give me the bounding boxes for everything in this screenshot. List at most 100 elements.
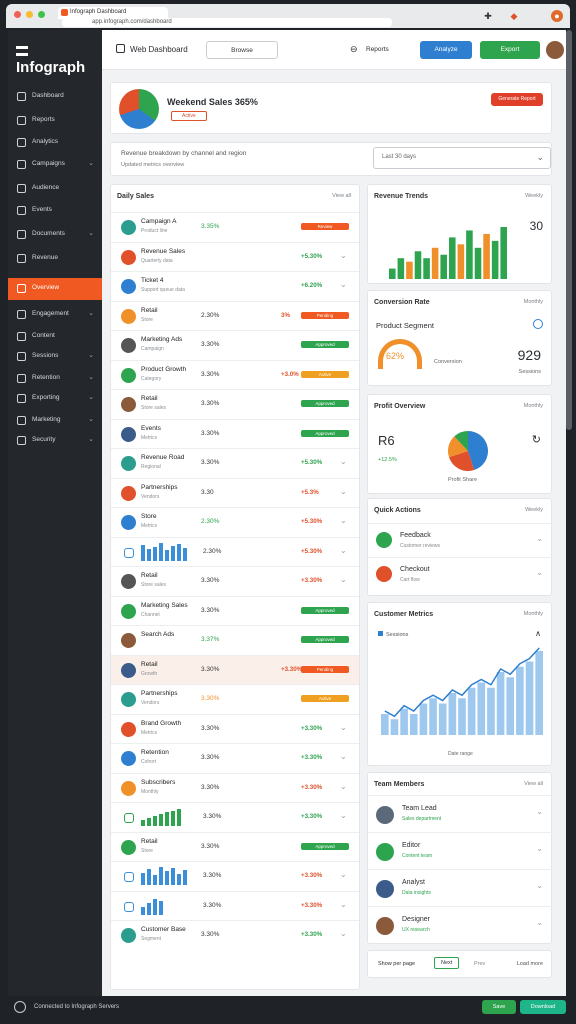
- panel-icon[interactable]: [116, 44, 125, 53]
- list-item[interactable]: Feedback Customer reviews ⌄: [368, 523, 553, 557]
- close-window-icon[interactable]: [14, 11, 21, 18]
- sidebar-item-0[interactable]: Dashboard: [8, 86, 102, 108]
- status-badge[interactable]: Approved: [301, 636, 349, 643]
- sidebar-item-1[interactable]: Reports: [8, 110, 102, 132]
- date-range-select[interactable]: Last 30 days ⌄: [373, 147, 551, 169]
- info-icon[interactable]: [533, 319, 543, 329]
- table-row[interactable]: Retail Store 2.30% Pending 3%: [111, 300, 359, 330]
- sidebar-item-13[interactable]: Exporting ⌄: [8, 388, 102, 410]
- sidebar-item-12[interactable]: Retention ⌄: [8, 368, 102, 390]
- sidebar-item-9[interactable]: Engagement ⌄: [8, 304, 102, 326]
- analyze-button[interactable]: Analyze: [420, 41, 472, 59]
- status-badge[interactable]: Approved: [301, 606, 349, 614]
- chevron-down-icon[interactable]: ⌄: [536, 568, 543, 577]
- team-member[interactable]: Editor Content team ⌄: [368, 832, 553, 868]
- list-view-all-link[interactable]: View all: [332, 193, 351, 199]
- table-row[interactable]: Revenue Road Regional 3.30% +5.30% ⌄: [111, 448, 359, 477]
- next-button[interactable]: Next: [434, 957, 460, 969]
- chevron-down-icon[interactable]: ⌄: [340, 870, 347, 879]
- status-badge[interactable]: Approved: [301, 400, 349, 407]
- status-badge[interactable]: Pending: [301, 665, 349, 673]
- sidebar-item-7[interactable]: Revenue: [8, 248, 102, 270]
- reports-link[interactable]: Reports: [366, 46, 389, 53]
- table-row[interactable]: Ticket 4 Support queue data +6.20% ⌄: [111, 271, 359, 300]
- conversion-period[interactable]: Monthly: [524, 299, 543, 305]
- table-row[interactable]: Campaign A Product line 3.35% Review: [111, 212, 359, 241]
- chevron-down-icon[interactable]: ⌄: [536, 534, 543, 543]
- sidebar-item-8[interactable]: Overview: [8, 278, 102, 300]
- chevron-down-icon[interactable]: ⌄: [340, 516, 347, 525]
- sidebar-item-6[interactable]: Documents ⌄: [8, 224, 102, 246]
- team-member[interactable]: Analyst Data insights ⌄: [368, 869, 553, 905]
- team-view-all[interactable]: View all: [524, 781, 543, 787]
- table-row[interactable]: Subscribers Monthly 3.30% +3.30% ⌄: [111, 772, 359, 802]
- status-badge[interactable]: Approved: [301, 842, 349, 850]
- chevron-down-icon[interactable]: ⌄: [340, 752, 347, 761]
- status-badge[interactable]: Active: [301, 695, 349, 702]
- quick-actions-period[interactable]: Weekly: [525, 507, 543, 513]
- table-row[interactable]: Events Metrics 3.30% Approved: [111, 418, 359, 448]
- list-item[interactable]: Checkout Cart flow ⌄: [368, 557, 553, 591]
- table-row[interactable]: Marketing Ads Campaign 3.30% Approved: [111, 330, 359, 359]
- chevron-down-icon[interactable]: ⌄: [340, 782, 347, 791]
- hero-tag[interactable]: Active: [171, 111, 207, 121]
- table-row[interactable]: Marketing Sales Channel 3.30% Approved: [111, 595, 359, 625]
- sidebar-item-11[interactable]: Sessions ⌄: [8, 346, 102, 368]
- sidebar-item-14[interactable]: Marketing ⌄: [8, 410, 102, 432]
- extension-icon[interactable]: ✚: [482, 10, 494, 22]
- table-row[interactable]: Store Metrics 2.30% +5.30% ⌄: [111, 507, 359, 536]
- download-button[interactable]: Download: [520, 1000, 566, 1014]
- chevron-down-icon[interactable]: ⌄: [340, 723, 347, 732]
- table-row[interactable]: Product Growth Category 3.30% Active +3.0%: [111, 359, 359, 389]
- expand-icon[interactable]: ∧: [535, 629, 541, 638]
- chevron-down-icon[interactable]: ⌄: [340, 900, 347, 909]
- prev-link[interactable]: Prev: [474, 961, 485, 967]
- table-row[interactable]: Partnerships Vendors 3.30% Active: [111, 684, 359, 713]
- maximize-window-icon[interactable]: [38, 11, 45, 18]
- load-more-link[interactable]: Load more: [517, 961, 543, 967]
- generate-report-button[interactable]: Generate Report: [491, 93, 543, 106]
- status-badge[interactable]: Approved: [301, 429, 349, 437]
- chevron-down-icon[interactable]: ⌄: [536, 807, 543, 816]
- table-row[interactable]: Retail Store sales 3.30% +3.30% ⌄: [111, 566, 359, 595]
- user-avatar[interactable]: [546, 41, 564, 59]
- chevron-down-icon[interactable]: ⌄: [340, 457, 347, 466]
- sidebar-item-5[interactable]: Events: [8, 200, 102, 222]
- address-bar[interactable]: app.infograph.com/dashboard: [62, 18, 392, 27]
- table-row[interactable]: Customer Base Segment 3.30% +3.30% ⌄: [111, 920, 359, 949]
- table-row[interactable]: Retail Store 3.30% Approved: [111, 831, 359, 861]
- sidebar-item-2[interactable]: Analytics: [8, 132, 102, 154]
- team-member[interactable]: Team Lead Sales department ⌄: [368, 795, 553, 831]
- customer-metrics-period[interactable]: Monthly: [524, 611, 543, 617]
- status-badge[interactable]: Pending: [301, 311, 349, 319]
- chevron-down-icon[interactable]: ⌄: [536, 918, 543, 927]
- table-row[interactable]: Retention Cohort 3.30% +3.30% ⌄: [111, 743, 359, 772]
- chevron-down-icon[interactable]: ⌄: [340, 280, 347, 289]
- profit-period[interactable]: Monthly: [524, 403, 543, 409]
- table-row[interactable]: 2.30% +5.30% ⌄: [111, 536, 359, 566]
- sidebar-item-4[interactable]: Audience: [8, 178, 102, 200]
- table-row[interactable]: Revenue Sales Quarterly data +5.30% ⌄: [111, 241, 359, 271]
- scrollbar[interactable]: [566, 30, 572, 430]
- minimize-window-icon[interactable]: [26, 11, 33, 18]
- chevron-down-icon[interactable]: ⌄: [536, 881, 543, 890]
- settings-icon[interactable]: ⊖: [350, 44, 358, 55]
- chevron-down-icon[interactable]: ⌄: [340, 546, 347, 555]
- status-badge[interactable]: Review: [301, 223, 349, 230]
- table-row[interactable]: Retail Growth 3.30% Pending +3.30%: [111, 654, 359, 684]
- status-badge[interactable]: Approved: [301, 341, 349, 348]
- refresh-icon[interactable]: ↻: [532, 433, 541, 446]
- chevron-down-icon[interactable]: ⌄: [340, 487, 347, 496]
- table-row[interactable]: Partnerships Vendors 3.30 +5.3% ⌄: [111, 477, 359, 507]
- bookmark-icon[interactable]: ◆: [508, 10, 520, 22]
- table-row[interactable]: 3.30% +3.30% ⌄: [111, 861, 359, 890]
- save-button[interactable]: Save: [482, 1000, 516, 1014]
- sidebar-item-3[interactable]: Campaigns ⌄: [8, 154, 102, 176]
- browse-button[interactable]: Browse: [206, 41, 278, 59]
- table-row[interactable]: Retail Store sales 3.30% Approved: [111, 389, 359, 418]
- sidebar-item-10[interactable]: Content: [8, 326, 102, 348]
- table-row[interactable]: Brand Growth Metrics 3.30% +3.30% ⌄: [111, 713, 359, 743]
- status-badge[interactable]: Active: [301, 370, 349, 378]
- team-member[interactable]: Designer UX research ⌄: [368, 906, 553, 942]
- chevron-down-icon[interactable]: ⌄: [536, 844, 543, 853]
